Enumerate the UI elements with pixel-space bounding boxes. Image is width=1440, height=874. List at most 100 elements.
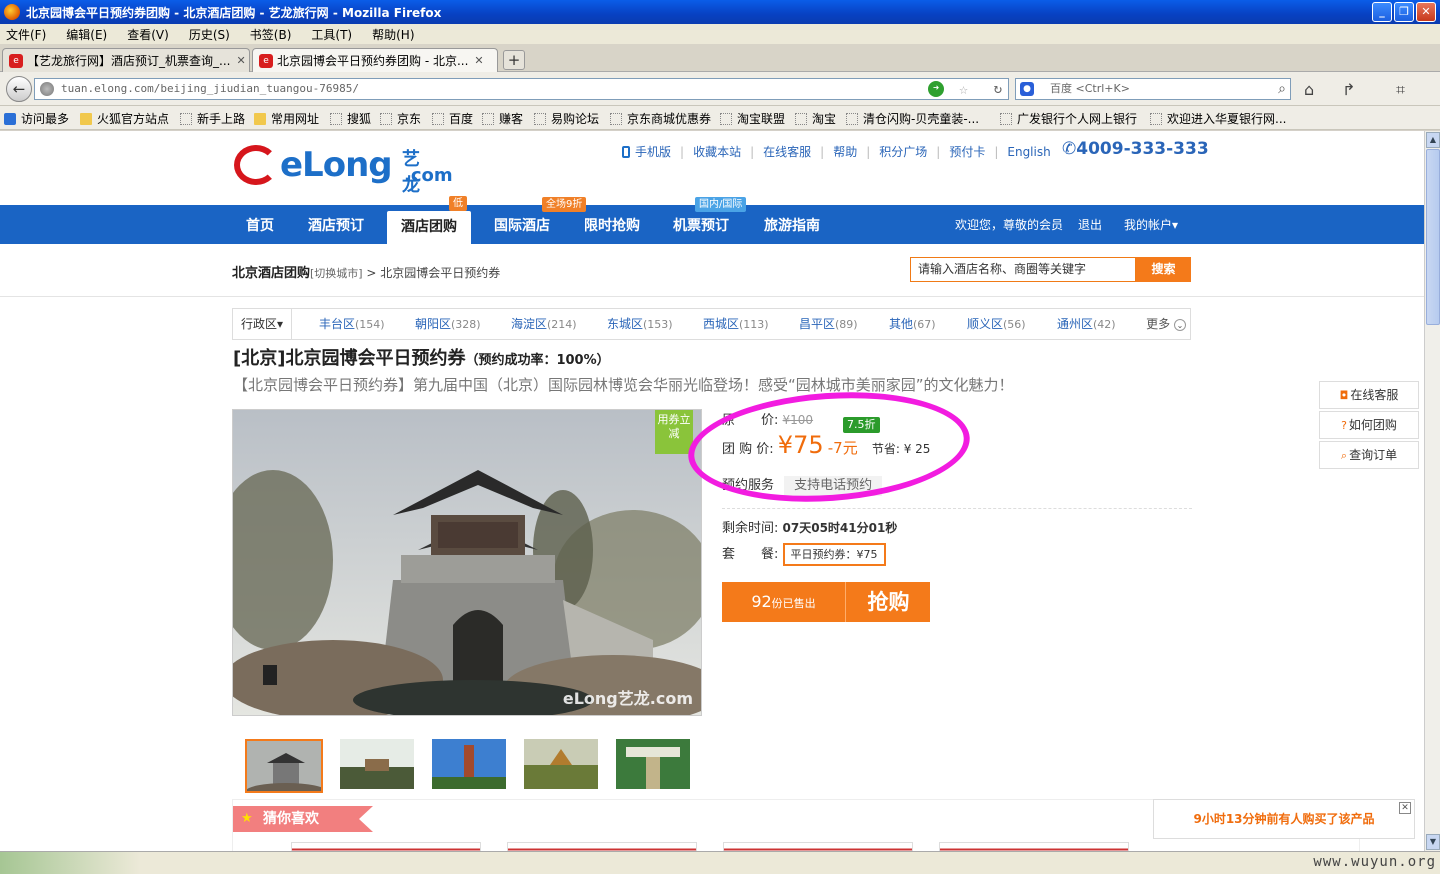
menu-view[interactable]: 查看(V) [127,26,169,43]
district-item[interactable]: 西城区(113) [703,309,769,340]
buy-now-button[interactable]: 抢购 [847,582,930,622]
link-favorite[interactable]: 收藏本站 [693,143,741,160]
thumbnail-1[interactable] [245,739,323,793]
district-item[interactable]: 丰台区(154) [319,309,385,340]
nav-hotel-group[interactable]: 酒店团购 低 [387,196,471,244]
window-title: 北京园博会平日预约券团购 - 北京酒店团购 - 艺龙旅行网 - Mozilla … [26,5,442,20]
nav-intl-hotel[interactable]: 国际酒店 全场9折 [480,197,587,244]
thumbnail-3[interactable] [432,739,506,789]
my-account-menu[interactable]: 我的帐户▾ [1124,205,1178,244]
switch-city-link[interactable]: [切换城市] [310,267,363,280]
bookmark-item[interactable]: 京东商城优惠券 [610,110,711,127]
bookmark-item[interactable]: 欢迎进入华夏银行网... [1150,110,1286,127]
home-icon[interactable]: ⌂ [1304,80,1314,99]
link-mobile[interactable]: 手机版 [635,143,671,160]
district-item[interactable]: 朝阳区(328) [415,309,481,340]
go-arrow-icon[interactable]: ➜ [928,81,944,97]
back-button[interactable]: ← [6,76,32,102]
crop-icon[interactable]: ⌗ [1396,80,1405,100]
nav-travel-guide[interactable]: 旅游指南 [750,205,834,244]
bookmark-item[interactable]: 易购论坛 [534,110,599,127]
district-item[interactable]: 其他(67) [889,309,936,340]
nav-flight-booking[interactable]: 机票预订 国内/国际 [660,197,747,244]
tab-close-icon[interactable]: ✕ [236,54,245,67]
page-viewport: eLong 艺龙 .com 手机版 | 收藏本站 | 在线客服 | 帮助 | 积分广场 |… [0,131,1424,851]
bookmark-item[interactable]: 新手上路 [180,110,245,127]
site-search-button[interactable]: 搜索 [1136,257,1191,282]
bookmark-star-icon[interactable]: ☆ [959,79,968,99]
district-item[interactable]: 顺义区(56) [967,309,1026,340]
share-icon[interactable]: ↱ [1342,80,1355,99]
package-option[interactable]: 平日预约券：¥75 [782,543,886,566]
tab-close-icon[interactable]: ✕ [474,54,483,67]
logout-link[interactable]: 退出 [1078,205,1102,244]
scroll-thumb[interactable] [1426,149,1440,325]
browser-search-input[interactable]: ● 百度 <Ctrl+K> ⌕ [1015,78,1291,100]
bookmark-label: 易购论坛 [551,112,600,126]
site-identity-icon[interactable] [40,82,54,96]
bookmark-item[interactable]: 赚客 [482,110,523,127]
recommend-card[interactable] [291,842,481,851]
bookmark-item[interactable]: 访问最多 [4,110,69,127]
restore-button[interactable]: ❐ [1394,2,1414,22]
bookmark-item[interactable]: 淘宝联盟 [720,110,785,127]
paw-icon[interactable]: ● [1020,82,1034,96]
scroll-down-icon[interactable]: ▼ [1426,834,1440,850]
menu-tools[interactable]: 工具(T) [311,26,352,43]
float-how-to-buy[interactable]: ? 如何团购 [1319,411,1419,439]
thumbnail-5[interactable] [616,739,690,789]
district-dropdown[interactable]: 行政区▾ [233,309,293,339]
bookmark-item[interactable]: 广发银行个人网上银行 [1000,110,1137,127]
minimize-button[interactable]: _ [1372,2,1392,22]
magnifier-icon[interactable]: ⌕ [1278,79,1286,99]
district-item[interactable]: 海淀区(214) [511,309,577,340]
thumbnail-4[interactable] [524,739,598,789]
district-more[interactable]: 更多 ⌄ [1146,309,1186,339]
link-prepaid-card[interactable]: 预付卡 [949,143,985,160]
recommend-card[interactable] [723,842,913,851]
bookmark-item[interactable]: 京东 [380,110,421,127]
site-search-input[interactable]: 请输入酒店名称、商圈等关键字 [910,257,1136,282]
scroll-up-icon[interactable]: ▲ [1426,132,1440,148]
district-item[interactable]: 昌平区(89) [799,309,858,340]
menu-edit[interactable]: 编辑(E) [66,26,107,43]
new-tab-button[interactable]: + [503,50,525,70]
service-row: 预约服务 支持电话预约 [722,474,883,496]
breadcrumb-city[interactable]: 北京酒店团购 [232,266,310,281]
original-price-label: 原 价: [722,413,779,428]
elong-logo[interactable]: eLong 艺龙 .com [234,145,453,196]
tab-deal-page[interactable]: e 北京园博会平日预约券团购 - 北京... ✕ [252,48,498,72]
float-online-service[interactable]: ◘ 在线客服 [1319,381,1419,409]
close-window-button[interactable]: ✕ [1416,2,1436,22]
float-order-lookup[interactable]: ⌕ 查询订单 [1319,441,1419,469]
vertical-scrollbar[interactable]: ▲ ▼ [1424,131,1440,851]
menu-history[interactable]: 历史(S) [189,26,230,43]
link-points[interactable]: 积分广场 [879,143,927,160]
link-help[interactable]: 帮助 [833,143,857,160]
link-online-service[interactable]: 在线客服 [763,143,811,160]
nav-flash-sale[interactable]: 限时抢购 [572,205,652,244]
menu-bookmarks[interactable]: 书签(B) [250,26,292,43]
bookmark-item[interactable]: 搜狐 [330,110,371,127]
bookmark-item[interactable]: 百度 [432,110,473,127]
reload-icon[interactable]: ↻ [994,79,1002,99]
close-icon[interactable]: ✕ [1399,802,1411,814]
address-bar[interactable]: tuan.elong.com/beijing_jiudian_tuangou-7… [34,78,1009,100]
bookmark-item[interactable]: 淘宝 [795,110,836,127]
tab-elong-home[interactable]: e 【艺龙旅行网】酒店预订_机票查询_... ✕ [2,48,250,72]
nav-home[interactable]: 首页 [232,205,288,244]
recommend-card[interactable] [507,842,697,851]
menu-help[interactable]: 帮助(H) [372,26,414,43]
thumbnail-2[interactable] [340,739,414,789]
bookmark-item[interactable]: 常用网址 [254,110,319,127]
status-bar: www.wuyun.org [0,851,1440,874]
bookmark-item[interactable]: 清仓闪购-贝壳童装-... [846,110,979,127]
bookmark-item[interactable]: 火狐官方站点 [80,110,169,127]
nav-hotel-booking[interactable]: 酒店预订 [294,205,378,244]
recommend-card[interactable] [939,842,1129,851]
menu-file[interactable]: 文件(F) [6,26,46,43]
link-english[interactable]: English [1007,145,1050,159]
district-item[interactable]: 东城区(153) [607,309,673,340]
district-item[interactable]: 通州区(42) [1057,309,1116,340]
deal-photo[interactable]: 用券立减 eLong艺龙.com [232,409,702,716]
